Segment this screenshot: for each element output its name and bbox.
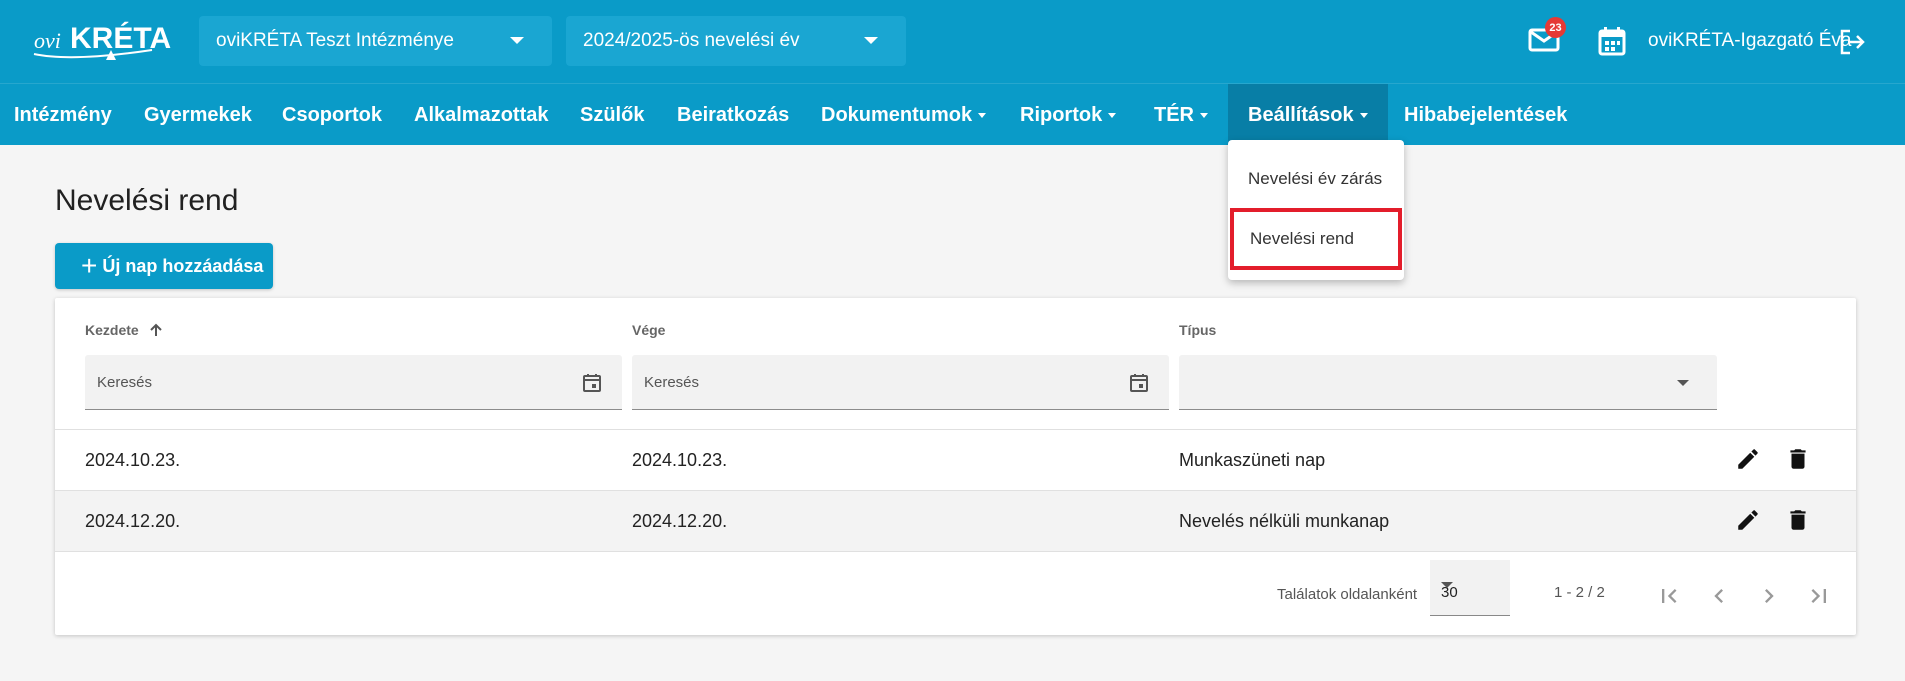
- cell-end: 2024.12.20.: [632, 511, 728, 531]
- cell-start: 2024.12.20.: [85, 511, 181, 531]
- first-page-icon[interactable]: [1655, 582, 1683, 610]
- edit-icon[interactable]: [1735, 446, 1761, 472]
- nav-item-csoportok[interactable]: Csoportok: [282, 84, 382, 146]
- nav-item-dokumentumok[interactable]: Dokumentumok: [821, 84, 987, 146]
- column-header-label: Kezdete: [85, 322, 139, 338]
- okreta-logo[interactable]: ovi KRÉTA: [32, 14, 187, 66]
- user-name[interactable]: oviKRÉTA-Igazgató Éva: [1648, 30, 1851, 52]
- caret-down-icon: [1108, 112, 1117, 118]
- caret-down-icon: [1200, 112, 1208, 118]
- nav-item-hibabejelentesek[interactable]: Hibabejelentések: [1404, 84, 1567, 146]
- data-table: Kezdete Vége Típus Keresés Keresés 2024.…: [55, 298, 1856, 635]
- delete-icon[interactable]: [1785, 507, 1811, 533]
- start-date-filter[interactable]: Keresés: [85, 355, 622, 410]
- calendar-icon[interactable]: [1598, 26, 1626, 56]
- svg-text:KRÉTA: KRÉTA: [70, 21, 171, 55]
- chevron-down-icon: [510, 37, 524, 44]
- nav-label: Beiratkozás: [677, 103, 790, 126]
- add-day-button-label: Új nap hozzáadása: [102, 255, 264, 276]
- next-page-icon[interactable]: [1755, 582, 1783, 610]
- settings-dropdown-menu: Nevelési év zárás Nevelési rend: [1228, 140, 1404, 280]
- nav-label: Hibabejelentések: [1404, 103, 1568, 126]
- table-divider: [55, 551, 1856, 552]
- column-header-start[interactable]: Kezdete: [85, 322, 163, 338]
- nav-label: Csoportok: [282, 103, 382, 126]
- nav-item-riportok[interactable]: Riportok: [1020, 84, 1117, 146]
- nav-item-szulok[interactable]: Szülők: [580, 84, 644, 146]
- column-header-type[interactable]: Típus: [1179, 322, 1216, 338]
- svg-text:ovi: ovi: [34, 28, 61, 53]
- column-header-end[interactable]: Vége: [632, 322, 665, 338]
- add-day-button[interactable]: + Új nap hozzáadása: [55, 243, 273, 289]
- table-row[interactable]: 2024.12.20. 2024.12.20. Nevelés nélküli …: [55, 490, 1856, 551]
- chevron-down-icon: [1441, 582, 1453, 588]
- nav-label: Gyermekek: [144, 103, 252, 126]
- previous-page-icon[interactable]: [1705, 582, 1733, 610]
- cell-type: Munkaszüneti nap: [1179, 450, 1326, 470]
- school-year-select[interactable]: 2024/2025-ös nevelési év: [566, 16, 906, 66]
- delete-icon[interactable]: [1785, 446, 1811, 472]
- cell-start: 2024.10.23.: [85, 450, 181, 470]
- plus-icon: +: [81, 250, 98, 281]
- calendar-icon[interactable]: [1129, 373, 1149, 393]
- institution-select-value: oviKRÉTA Teszt Intézménye: [216, 30, 454, 51]
- start-date-filter-placeholder: Keresés: [97, 373, 153, 391]
- nav-label: Beállítások: [1248, 103, 1354, 126]
- logout-icon[interactable]: [1838, 28, 1866, 56]
- nav-item-beiratkozas[interactable]: Beiratkozás: [677, 84, 789, 146]
- edit-icon[interactable]: [1735, 507, 1761, 533]
- nav-item-ter[interactable]: TÉR: [1154, 84, 1208, 146]
- per-page-select[interactable]: 30: [1430, 560, 1510, 616]
- chevron-down-icon: [864, 37, 878, 44]
- menu-item-nevelesi-rend[interactable]: Nevelési rend: [1230, 208, 1402, 270]
- nav-label: Szülők: [580, 103, 645, 126]
- end-date-filter-placeholder: Keresés: [644, 373, 700, 391]
- last-page-icon[interactable]: [1805, 582, 1833, 610]
- caret-down-icon: [978, 112, 987, 118]
- nav-label: TÉR: [1154, 103, 1194, 126]
- per-page-label: Találatok oldalanként: [1277, 586, 1418, 603]
- table-row[interactable]: 2024.10.23. 2024.10.23. Munkaszüneti nap: [55, 429, 1856, 490]
- menu-item-nevelesi-ev-zaras[interactable]: Nevelési év zárás: [1228, 149, 1404, 209]
- caret-down-icon: [1359, 112, 1368, 118]
- chevron-down-icon: [1677, 380, 1689, 386]
- calendar-icon[interactable]: [582, 373, 602, 393]
- nav-label: Dokumentumok: [821, 103, 973, 126]
- nav-label: Intézmény: [14, 103, 112, 126]
- main-nav: Intézmény Gyermekek Csoportok Alkalmazot…: [0, 83, 1905, 146]
- nav-item-alkalmazottak[interactable]: Alkalmazottak: [414, 84, 549, 146]
- nav-item-beallitasok[interactable]: Beállítások: [1228, 84, 1388, 146]
- page-title: Nevelési rend: [55, 184, 239, 217]
- nav-item-gyermekek[interactable]: Gyermekek: [144, 84, 252, 146]
- institution-select[interactable]: oviKRÉTA Teszt Intézménye: [199, 16, 552, 66]
- nav-label: Riportok: [1020, 103, 1103, 126]
- sort-ascending-icon[interactable]: [149, 323, 163, 337]
- nav-label: Alkalmazottak: [414, 103, 549, 126]
- end-date-filter[interactable]: Keresés: [632, 355, 1169, 410]
- type-filter-select[interactable]: [1179, 355, 1717, 410]
- cell-end: 2024.10.23.: [632, 450, 728, 470]
- mail-count-badge: 23: [1545, 17, 1566, 38]
- nav-item-intezmeny[interactable]: Intézmény: [14, 84, 112, 146]
- cell-type: Nevelés nélküli munkanap: [1179, 511, 1390, 531]
- top-bar: ovi KRÉTA oviKRÉTA Teszt Intézménye 2024…: [0, 0, 1905, 83]
- pagination-range: 1 - 2 / 2: [1554, 584, 1605, 601]
- school-year-select-value: 2024/2025-ös nevelési év: [583, 30, 800, 51]
